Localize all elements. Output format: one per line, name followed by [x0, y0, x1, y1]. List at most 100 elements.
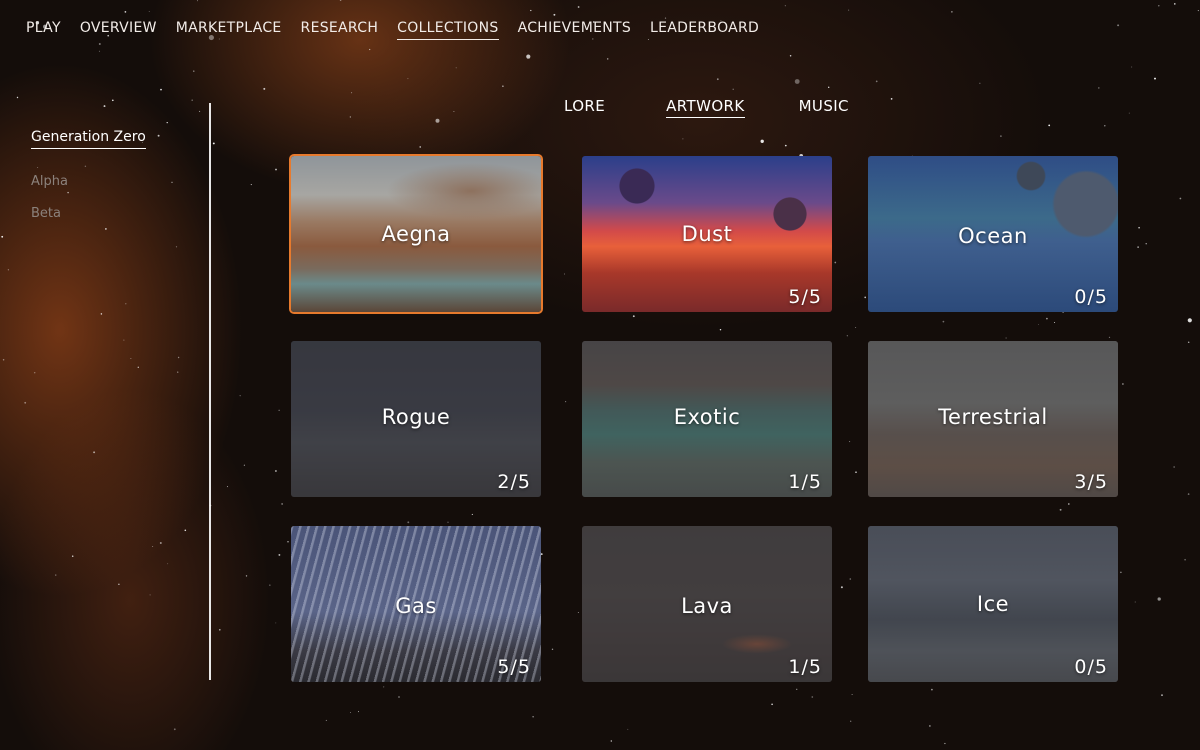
- sidebar-item-generation-zero[interactable]: Generation Zero: [31, 128, 146, 149]
- star: [1131, 66, 1133, 68]
- nav-play[interactable]: PLAY: [26, 18, 61, 40]
- tab-music[interactable]: MUSIC: [799, 96, 849, 118]
- star: [1120, 571, 1122, 574]
- card-progress-count: 1/5: [788, 471, 822, 493]
- star: [627, 728, 629, 730]
- star: [1046, 317, 1048, 320]
- star: [33, 371, 36, 374]
- star: [1000, 135, 1002, 137]
- star: [811, 696, 814, 698]
- nav-research[interactable]: RESEARCH: [301, 18, 379, 40]
- card-title: Rogue: [381, 405, 451, 429]
- star: [281, 503, 283, 505]
- star: [530, 9, 532, 12]
- star: [502, 85, 504, 87]
- star: [851, 694, 853, 695]
- star: [369, 48, 371, 51]
- star: [93, 451, 96, 454]
- star: [157, 134, 160, 137]
- artwork-card-lava[interactable]: Lava 1/5: [582, 526, 832, 682]
- artwork-card-exotic[interactable]: Exotic 1/5: [582, 341, 832, 497]
- card-progress-count: 3/5: [1074, 471, 1108, 493]
- star: [339, 0, 342, 1]
- card-progress-count: 0/5: [1074, 286, 1108, 308]
- star: [398, 696, 400, 698]
- star: [407, 78, 409, 80]
- star: [166, 121, 168, 124]
- star: [175, 246, 178, 248]
- star: [287, 541, 289, 543]
- card-title: Exotic: [673, 405, 741, 429]
- star: [1128, 112, 1130, 114]
- nav-overview[interactable]: OVERVIEW: [80, 18, 157, 40]
- star: [828, 86, 830, 89]
- star: [103, 105, 106, 108]
- artwork-card-terrestrial[interactable]: Terrestrial 3/5: [868, 341, 1118, 497]
- star: [212, 142, 215, 145]
- star: [890, 98, 893, 100]
- star: [1187, 318, 1192, 323]
- card-progress-count: 1/5: [788, 656, 822, 678]
- star: [1145, 243, 1147, 245]
- card-title: Aegna: [381, 222, 451, 246]
- card-title: Gas: [395, 594, 437, 618]
- star: [55, 574, 57, 576]
- star: [1108, 336, 1111, 339]
- card-title: Ice: [976, 592, 1010, 616]
- star: [269, 584, 271, 586]
- artwork-card-gas[interactable]: Gas 5/5: [291, 526, 541, 682]
- star: [1174, 3, 1176, 5]
- sidebar-item-beta[interactable]: Beta: [31, 205, 61, 223]
- sidebar-item-alpha[interactable]: Alpha: [31, 173, 68, 191]
- star: [1173, 466, 1175, 468]
- star: [263, 87, 266, 90]
- nav-leaderboard[interactable]: LEADERBOARD: [650, 18, 759, 40]
- star: [682, 138, 684, 140]
- star: [193, 70, 195, 72]
- star: [855, 327, 857, 328]
- nav-collections[interactable]: COLLECTIONS: [397, 18, 499, 40]
- tab-artwork[interactable]: ARTWORK: [666, 96, 745, 118]
- star: [610, 740, 612, 742]
- star: [149, 594, 151, 596]
- star: [632, 315, 635, 318]
- collection-subtabs: LORE ARTWORK MUSIC: [564, 96, 849, 118]
- artwork-card-rogue[interactable]: Rogue 2/5: [291, 341, 541, 497]
- artwork-card-dust[interactable]: Dust 5/5: [582, 156, 832, 312]
- star: [275, 168, 277, 171]
- artwork-card-aegna[interactable]: Aegna: [291, 156, 541, 312]
- star: [184, 529, 187, 532]
- star: [606, 58, 609, 60]
- star: [130, 358, 132, 359]
- star: [1197, 10, 1199, 12]
- nav-marketplace[interactable]: MARKETPLACE: [176, 18, 282, 40]
- star: [565, 401, 567, 403]
- star: [167, 563, 169, 565]
- star: [177, 371, 179, 373]
- star: [275, 622, 277, 624]
- star: [577, 611, 579, 613]
- card-title: Dust: [681, 222, 733, 246]
- star: [197, 0, 198, 2]
- artwork-card-ice[interactable]: Ice 0/5: [868, 526, 1118, 682]
- star: [98, 50, 101, 52]
- card-progress-count: 5/5: [497, 656, 531, 678]
- nav-achievements[interactable]: ACHIEVEMENTS: [518, 18, 631, 40]
- star: [325, 719, 327, 721]
- star: [1005, 337, 1007, 339]
- star: [850, 720, 852, 722]
- star: [849, 441, 851, 443]
- tab-lore[interactable]: LORE: [564, 96, 605, 118]
- star: [278, 409, 280, 411]
- star: [250, 184, 252, 186]
- star: [98, 43, 101, 45]
- star: [784, 144, 787, 147]
- card-title: Lava: [681, 594, 733, 618]
- artwork-card-ocean[interactable]: Ocean 0/5: [868, 156, 1118, 312]
- card-title: Terrestrial: [938, 405, 1048, 429]
- star: [840, 586, 843, 589]
- star: [846, 335, 848, 337]
- star: [419, 146, 421, 148]
- star: [2, 358, 5, 361]
- star: [526, 54, 531, 59]
